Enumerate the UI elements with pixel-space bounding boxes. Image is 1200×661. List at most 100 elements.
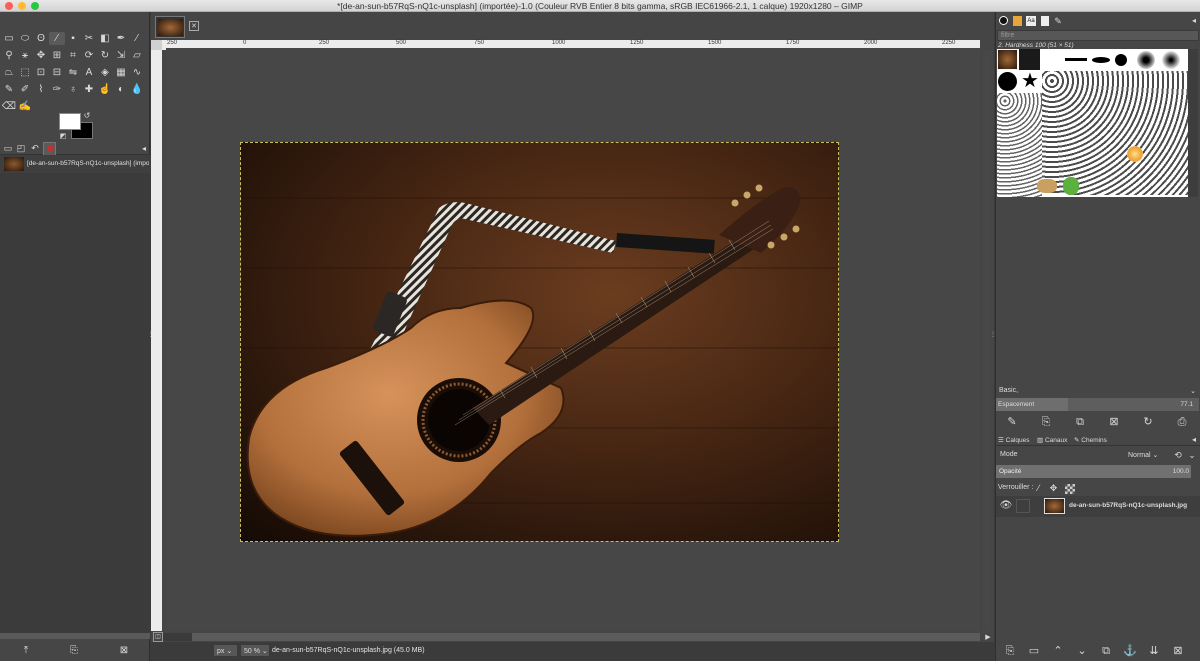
cage-transform-icon[interactable]: ⊟ — [49, 66, 65, 79]
spacing-slider[interactable]: Espacement 77.1 — [996, 398, 1199, 411]
anchor-layer-icon[interactable]: ⚓ — [1123, 645, 1137, 657]
lasso-icon[interactable]: ʘ — [33, 32, 49, 45]
device-status-tab-icon[interactable]: ◰ — [15, 143, 27, 154]
ruler-corner[interactable] — [151, 40, 162, 50]
lock-position-icon[interactable]: ✥ — [1048, 483, 1059, 494]
gegl-icon[interactable]: ◈ — [97, 66, 113, 79]
opacity-slider[interactable]: Opacité 100.0 — [996, 465, 1191, 478]
brush-sparkle[interactable] — [1127, 146, 1143, 162]
layer-name[interactable]: de-an-sun-b57RqS-nQ1c-unsplash.jpg — [1069, 502, 1187, 509]
navigate-icon[interactable]: ▶ — [983, 633, 993, 642]
brush-line[interactable] — [1065, 58, 1087, 61]
clone-icon[interactable]: ♁ — [65, 83, 81, 96]
layers-dock-menu-icon[interactable]: ◂ — [1189, 434, 1199, 445]
foreground-select-icon[interactable]: ◧ — [97, 32, 113, 45]
raise-layer-icon[interactable]: ⌃ — [1052, 645, 1064, 657]
brush-soft[interactable] — [1137, 51, 1155, 69]
delete-display-icon[interactable]: ⊠ — [118, 645, 130, 657]
duplicate-layer-icon[interactable]: ⧉ — [1100, 645, 1112, 657]
blur-icon[interactable]: 💧 — [129, 83, 145, 96]
brush-clipboard-mask[interactable] — [1019, 49, 1040, 70]
pattern-tab-icon[interactable] — [1013, 16, 1022, 26]
paths-tab[interactable]: ✎ Chemins — [1072, 433, 1112, 446]
guitar-photo[interactable] — [240, 142, 839, 542]
brush-hard[interactable] — [1115, 54, 1127, 66]
rotate-icon[interactable]: ↻ — [97, 49, 113, 62]
image-list-item[interactable]: [de-an-sun-b57RqS-nQ1c-unsplash] (impo — [0, 155, 150, 173]
mypaint-icon[interactable]: ✍ — [17, 100, 33, 113]
shear-icon[interactable]: ▱ — [129, 49, 145, 62]
new-display-icon[interactable]: ⎘ — [68, 645, 80, 657]
duplicate-brush-icon[interactable]: ⧉ — [1074, 416, 1086, 428]
airbrush-icon[interactable]: ⌇ — [33, 83, 49, 96]
brush-pepper[interactable] — [1063, 177, 1079, 195]
brush-texture-grid-left[interactable] — [997, 93, 1042, 197]
layer-visibility-eye-icon[interactable]: 👁 — [999, 500, 1013, 512]
3d-transform-icon[interactable]: ⬚ — [17, 66, 33, 79]
swap-colors-icon[interactable]: ↺ — [82, 111, 92, 120]
right-dock-menu-icon[interactable]: ◂ — [1189, 16, 1199, 26]
vertical-ruler[interactable] — [151, 50, 162, 631]
delete-layer-icon[interactable]: ⊠ — [1172, 645, 1184, 657]
font-tab-icon[interactable]: Aa — [1026, 16, 1036, 26]
lower-layer-icon[interactable]: ⌄ — [1076, 645, 1088, 657]
mode-select[interactable]: Normal ⌄ — [1126, 449, 1168, 461]
new-brush-icon[interactable]: ⎘ — [1040, 416, 1052, 428]
unit-select[interactable]: px ⌄ — [213, 644, 238, 657]
close-tab-icon[interactable]: ✕ — [189, 21, 199, 31]
eraser-icon[interactable]: ⌫ — [1, 100, 17, 113]
left-dock-grip[interactable]: ⋮ — [148, 330, 154, 340]
layer-link-toggle[interactable] — [1016, 499, 1030, 513]
layers-tab[interactable]: ☰ Calques — [996, 433, 1034, 446]
brush-tab-icon[interactable] — [999, 16, 1008, 25]
dock-menu-icon[interactable]: ◂ — [139, 143, 149, 154]
pencil-icon[interactable]: ✐ — [17, 83, 33, 96]
images-tab-icon[interactable]: ▭ — [2, 143, 14, 154]
brush-clipboard-image[interactable] — [997, 49, 1018, 70]
document-history-tab-icon[interactable] — [1041, 16, 1049, 26]
tool-presets-tab-icon[interactable]: ✎ — [1053, 16, 1063, 26]
open-brush-as-image-icon[interactable]: ⎙ — [1176, 416, 1188, 428]
layer-row[interactable]: 👁 de-an-sun-b57RqS-nQ1c-unsplash.jpg — [996, 496, 1200, 517]
brush-fuzzy[interactable] — [1162, 51, 1180, 69]
dodge-burn-icon[interactable]: ◐ — [113, 83, 129, 96]
brush-hardness-100[interactable] — [998, 72, 1017, 91]
align-icon[interactable]: ⊞ — [49, 49, 65, 62]
foreground-color-swatch[interactable] — [59, 113, 81, 130]
color-picker-icon[interactable]: ⁄ — [129, 32, 145, 45]
undo-history-tab-icon[interactable]: ↶ — [29, 143, 41, 154]
new-layer-icon[interactable]: ⎘ — [1004, 645, 1016, 657]
warp-icon[interactable]: ∿ — [129, 66, 145, 79]
quick-mask-icon[interactable]: ◫ — [153, 632, 163, 642]
measure-icon[interactable]: ⚹ — [17, 49, 33, 62]
unified-transform-icon[interactable]: ⟳ — [81, 49, 97, 62]
paths-icon[interactable]: ✒ — [113, 32, 129, 45]
fuzzy-select-icon[interactable]: ⁄ — [49, 32, 65, 45]
images-tab[interactable] — [43, 142, 56, 155]
right-dock-grip[interactable]: ⋮ — [990, 330, 996, 340]
lock-alpha-icon[interactable] — [1065, 484, 1075, 494]
heal-icon[interactable]: ✚ — [81, 83, 97, 96]
zoom-select[interactable]: 50 % ⌄ — [240, 644, 270, 657]
brush-texture-grid[interactable] — [1042, 71, 1188, 195]
smudge-icon[interactable]: ☝ — [97, 83, 113, 96]
left-dock-scrollbar[interactable] — [0, 633, 150, 639]
refresh-brushes-icon[interactable]: ↻ — [1142, 416, 1154, 428]
delete-brush-icon[interactable]: ⊠ — [1108, 416, 1120, 428]
rect-select-icon[interactable]: ▭ — [1, 32, 17, 45]
ellipse-select-icon[interactable]: ⬭ — [17, 32, 33, 45]
default-colors-icon[interactable]: ◩ — [58, 132, 68, 141]
brush-grid-scrollbar[interactable] — [1188, 49, 1198, 197]
ink-icon[interactable]: ✑ — [49, 83, 65, 96]
zoom-icon[interactable]: ⚲ — [1, 49, 17, 62]
horizontal-scrollbar[interactable] — [162, 633, 980, 641]
vertical-scrollbar[interactable] — [983, 50, 991, 631]
edit-brush-icon[interactable]: ✎ — [1006, 416, 1018, 428]
merge-layer-icon[interactable]: ⇊ — [1148, 645, 1160, 657]
scale-icon[interactable]: ⇲ — [113, 49, 129, 62]
perspective-icon[interactable]: ⏢ — [1, 66, 17, 79]
channels-tab[interactable]: ▥ Canaux — [1035, 433, 1071, 446]
image-tab[interactable] — [155, 16, 185, 38]
color-select-icon[interactable]: ▪ — [65, 32, 81, 45]
paintbrush-icon[interactable]: ✎ — [1, 83, 17, 96]
